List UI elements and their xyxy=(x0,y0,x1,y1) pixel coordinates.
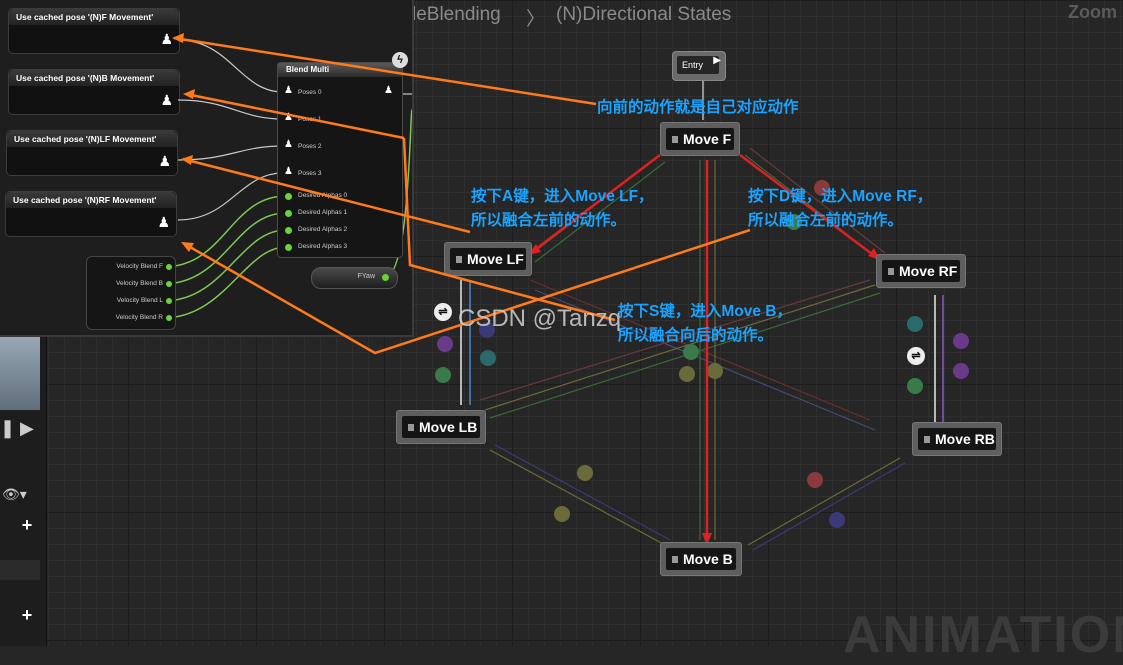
annotation-a-key-line2: 所以融合左前的动作。 xyxy=(471,212,627,229)
annotation-a-key-line1: 按下A键，进入Move LF， xyxy=(471,188,654,205)
annotation-d-key-line2: 所以融合左前的动作。 xyxy=(748,212,904,229)
annotation-d-key-line1: 按下D键，进入Move RF， xyxy=(748,188,933,205)
annotation-forward: 向前的动作就是自己对应动作 xyxy=(597,99,799,116)
csdn-watermark: CSDN @Tanzq xyxy=(458,305,622,332)
annotation-s-key-line1: 按下S键，进入Move B， xyxy=(618,303,792,320)
annotation-s-key-line2: 所以融合向后的动作。 xyxy=(618,327,774,344)
